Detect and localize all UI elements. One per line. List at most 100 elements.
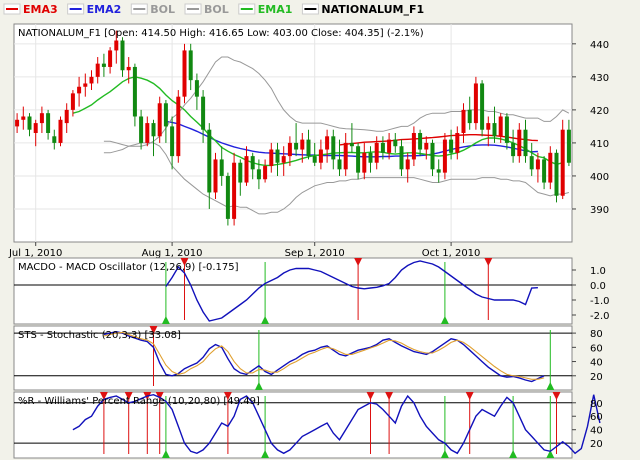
- candle-body: [455, 133, 460, 153]
- candle-body: [492, 123, 497, 137]
- candle-body: [318, 149, 323, 163]
- candle-body: [213, 159, 218, 193]
- candle-body: [442, 139, 447, 173]
- legend-label: EMA2: [87, 3, 122, 16]
- candle-body: [120, 40, 125, 71]
- legend-label: BOL: [150, 3, 175, 16]
- candle-body: [70, 93, 75, 110]
- candle-body: [64, 109, 69, 124]
- x-tick-label: Oct 1, 2010: [422, 248, 481, 259]
- candle-body: [250, 156, 255, 170]
- y-tick-label: 410: [590, 139, 609, 150]
- candle-body: [548, 152, 553, 183]
- candle-body: [312, 156, 317, 163]
- candle-body: [325, 136, 330, 150]
- candle-body: [232, 162, 237, 219]
- candle-body: [95, 63, 100, 77]
- candle-body: [52, 136, 57, 143]
- y-tick-label: 400: [590, 172, 609, 183]
- candle-body: [263, 166, 268, 180]
- candle-body: [77, 86, 82, 94]
- candle-body: [566, 129, 571, 163]
- candle-body: [21, 116, 26, 120]
- candle-body: [511, 142, 516, 157]
- panel-title: %R - Williams' Percent Range (10,20,80) …: [18, 396, 260, 407]
- candle-body: [256, 169, 261, 180]
- candle-body: [405, 159, 410, 170]
- candle-body: [219, 159, 224, 176]
- y-tick-label: 420: [590, 106, 609, 117]
- candle-body: [461, 109, 466, 133]
- candle-body: [542, 159, 547, 183]
- candle-body: [176, 96, 181, 157]
- candle-body: [436, 169, 441, 173]
- candle-body: [225, 175, 230, 219]
- candle-body: [58, 119, 63, 143]
- candle-body: [343, 142, 348, 170]
- y-tick-label: 60: [590, 343, 603, 354]
- x-tick-label: Jul 1, 2010: [8, 248, 62, 259]
- candle-body: [170, 126, 175, 157]
- candle-body: [108, 50, 113, 67]
- candle-body: [399, 146, 404, 170]
- y-tick-label: 80: [590, 399, 603, 410]
- y-tick-label: 20: [590, 439, 603, 450]
- legend-label: EMA1: [258, 3, 293, 16]
- candle-body: [306, 139, 311, 157]
- candle-body: [331, 136, 336, 160]
- candle-body: [523, 129, 528, 157]
- candle-body: [89, 76, 94, 84]
- panel-title: NATIONALUM_F1 [Open: 414.50 High: 416.65…: [18, 28, 424, 39]
- candle-body: [238, 162, 243, 183]
- candle-body: [480, 83, 485, 130]
- candle-body: [430, 142, 435, 170]
- y-tick-label: 430: [590, 73, 609, 84]
- y-tick-label: 20: [590, 372, 603, 383]
- candle-body: [132, 66, 137, 117]
- x-tick-label: Sep 1, 2010: [285, 248, 345, 259]
- candle-body: [393, 139, 398, 147]
- candle-body: [300, 139, 305, 150]
- x-tick-label: Aug 1, 2010: [142, 248, 203, 259]
- candle-body: [362, 152, 367, 173]
- candle-body: [114, 40, 119, 51]
- candle-body: [349, 142, 354, 147]
- candle-body: [356, 146, 361, 173]
- candle-body: [411, 133, 416, 160]
- candle-body: [145, 123, 150, 143]
- candle-body: [424, 142, 429, 150]
- candle-body: [467, 109, 472, 124]
- candle-body: [126, 66, 131, 71]
- candle-body: [387, 139, 392, 153]
- candle-body: [46, 113, 51, 133]
- chart-root: EMA3 EMA2 BOL BOL EMA1 NATIONALUM_F1 390 400 410…: [3, 3, 610, 459]
- candle-body: [498, 116, 503, 137]
- y-tick-label: 0.0: [590, 281, 606, 292]
- panel-title: STS - Stochastic (20,3,3) [33.08]: [18, 330, 181, 341]
- panel-0: [13, 23, 576, 246]
- legend-label: EMA3: [23, 3, 58, 16]
- y-tick-label: 80: [590, 329, 603, 340]
- y-tick-label: -2.0: [590, 311, 610, 322]
- candle-body: [418, 133, 423, 150]
- y-tick-label: 1.0: [590, 266, 606, 277]
- candle-body: [281, 156, 286, 163]
- candle-body: [15, 119, 20, 127]
- y-tick-label: 60: [590, 412, 603, 423]
- y-tick-label: -1.0: [590, 296, 610, 307]
- candle-body: [83, 83, 88, 87]
- candle-body: [139, 116, 144, 143]
- candle-body: [504, 116, 509, 143]
- candle-body: [374, 142, 379, 163]
- candle-body: [535, 159, 540, 170]
- candle-body: [554, 152, 559, 196]
- candle-body: [337, 159, 342, 170]
- y-tick-label: 40: [590, 426, 603, 437]
- panel-title: MACDO - MACD Oscillator (12,26,9) [-0.17…: [18, 262, 239, 273]
- candle-body: [188, 50, 193, 81]
- candle-body: [486, 123, 491, 130]
- candle-body: [201, 96, 206, 130]
- candle-body: [151, 123, 156, 137]
- candle-body: [207, 129, 212, 193]
- candle-body: [368, 152, 373, 163]
